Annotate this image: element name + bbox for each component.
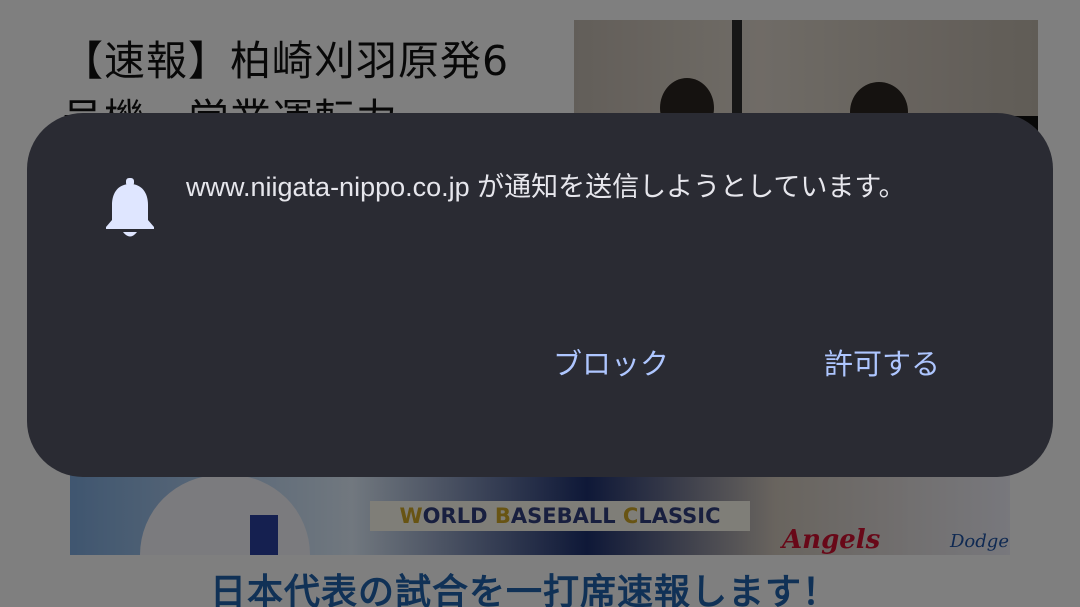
allow-button[interactable]: 許可する [824,340,940,388]
notification-permission-message: www.niigata-nippo.co.jp が通知を送信しようとしています。 [186,172,906,202]
block-button[interactable]: ブロック [553,340,669,388]
bell-icon [106,178,154,237]
